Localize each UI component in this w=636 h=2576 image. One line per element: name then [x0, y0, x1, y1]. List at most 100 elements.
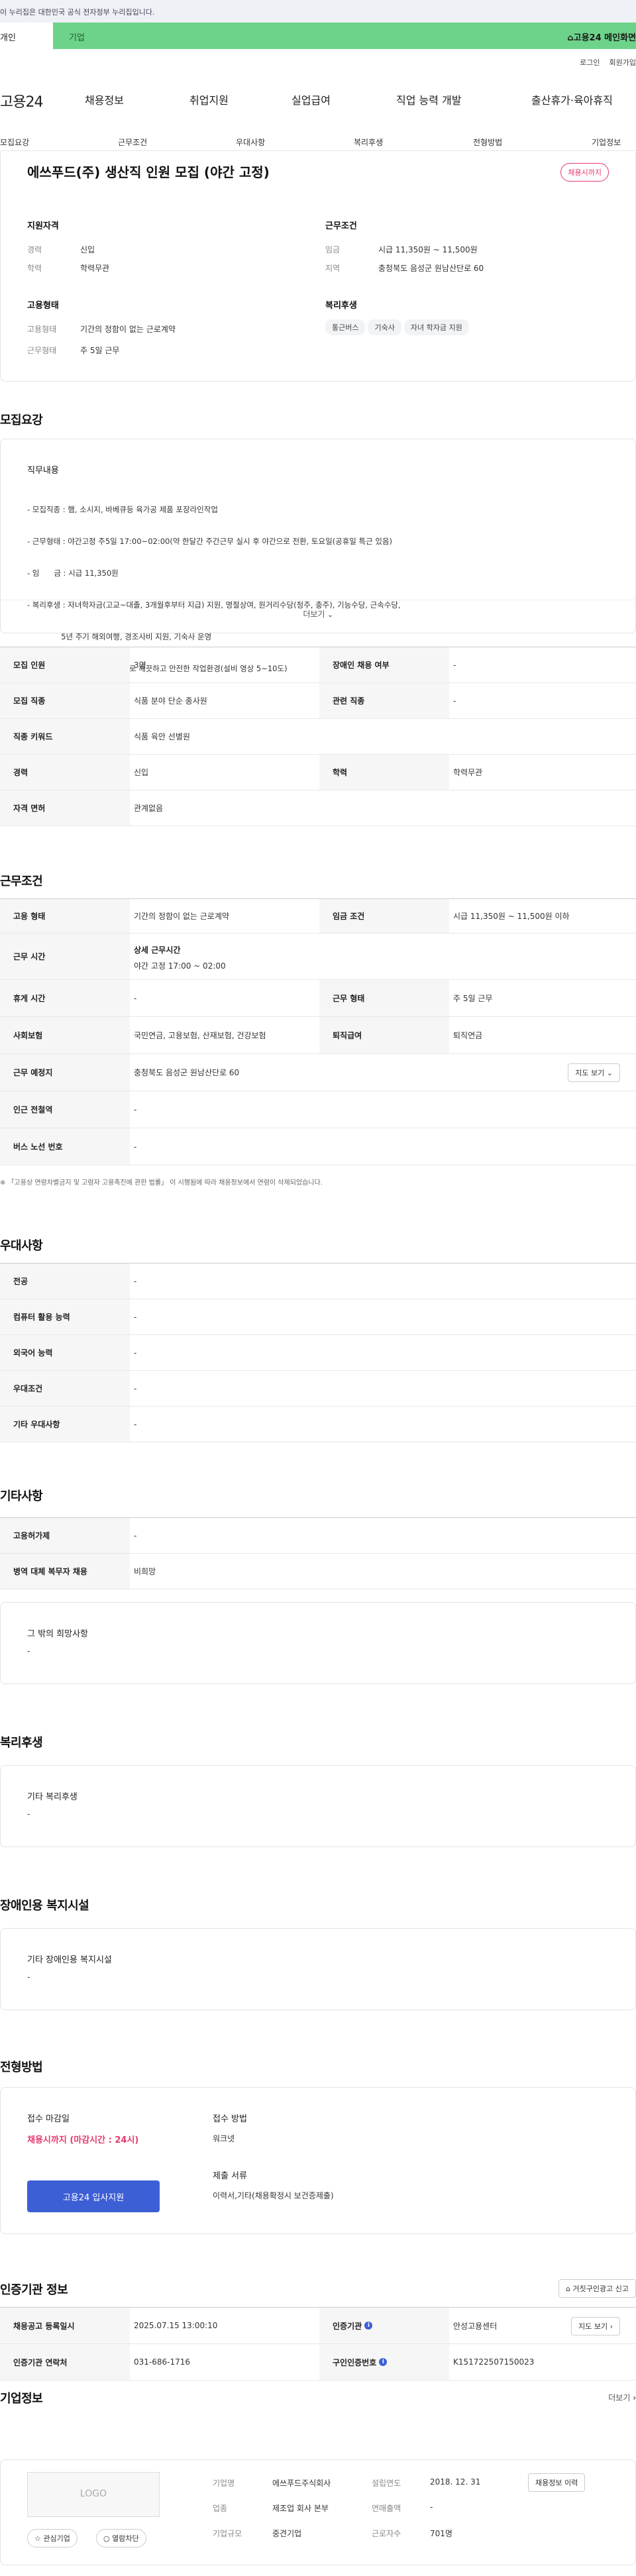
- alert-icon: ⌂: [566, 2284, 571, 2293]
- report-button[interactable]: ⌂ 거짓구인광고 신고: [558, 2279, 636, 2298]
- login-link[interactable]: 로그인: [580, 58, 600, 67]
- emptype-value: 기간의 정함이 없는 근로계약: [80, 325, 176, 334]
- welfare-other-heading: 기타 복리후생: [27, 1792, 78, 1802]
- table-cell: -: [134, 993, 137, 1003]
- process-title: 전형방법: [0, 2061, 43, 2074]
- tab-personal[interactable]: 개인: [0, 23, 53, 49]
- more-button[interactable]: 더보기 ⌄: [1, 600, 635, 633]
- table-header: 버스 노선 번호: [0, 1128, 130, 1165]
- table-header: 인근 전철역: [0, 1091, 130, 1128]
- conditions-title: 근무조건: [0, 875, 43, 888]
- agency-map-button[interactable]: 지도 보기 ›: [571, 2317, 620, 2335]
- hope-value: -: [27, 1646, 30, 1656]
- company-more-link[interactable]: 더보기 ›: [608, 2392, 636, 2403]
- subnav-process[interactable]: 전형방법: [473, 136, 502, 148]
- qualification-heading: 지원자격: [27, 221, 59, 231]
- education-label: 학력: [27, 264, 42, 273]
- table-row: 경력 신입 학력 학력무관: [0, 755, 636, 790]
- gov-banner-text: 이 누리집은 대한민국 공식 전자정부 누리집입니다.: [0, 8, 155, 17]
- gnb-training[interactable]: 직업 능력 개발: [396, 91, 462, 107]
- workform-label: 근무형태: [27, 346, 57, 355]
- table-row: 근무 시간 상세 근무시간야간 고정 17:00 ~ 02:00: [0, 934, 636, 980]
- table-cell: 3명: [134, 661, 146, 670]
- table-cell: -: [134, 1312, 137, 1322]
- tab-main-home[interactable]: ⌂고용24 메인화면: [567, 30, 636, 43]
- table-cell: 관계없음: [134, 804, 164, 813]
- gnb-jobs[interactable]: 채용정보: [85, 91, 124, 107]
- founded-value: 2018. 12. 31: [430, 2477, 481, 2487]
- map-button[interactable]: 지도 보기 ⌄: [568, 1063, 620, 1082]
- block-icon: ○: [103, 2534, 110, 2543]
- process-card: 접수 마감일 채용시까지 (마감시간 : 24시) 고용24 입사지원 접수 방…: [0, 2087, 636, 2234]
- section-nav: 모집요강 근무조건 우대사항 복리후생 전형방법 기업정보: [0, 130, 636, 151]
- duty-line: 5년 주기 해외여행, 경조사비 지원, 기숙사 운영: [27, 632, 212, 641]
- signup-link[interactable]: 회원가입: [610, 58, 636, 67]
- welfare-card: 기타 복리후생 -: [0, 1765, 636, 1847]
- subnav-preference[interactable]: 우대사항: [236, 136, 265, 148]
- subnav-conditions[interactable]: 근무조건: [118, 136, 147, 148]
- table-header: 인증기관 i: [319, 2308, 449, 2343]
- hope-card: 그 밖의 희망사항 -: [0, 1602, 636, 1684]
- job-title: 에쓰푸드(주) 생산직 인원 모집 (야간 고정): [27, 164, 270, 180]
- table-header: 근무 시간: [0, 934, 130, 979]
- gnb-unemployment[interactable]: 실업급여: [292, 91, 331, 107]
- table-cell: 충청북도 음성군 원남산단로 60: [134, 1068, 240, 1077]
- detail-time-value: 야간 고정 17:00 ~ 02:00: [134, 961, 226, 971]
- favorite-company-button[interactable]: ☆ 관심기업: [27, 2529, 78, 2548]
- report-label: 거짓구인광고 신고: [572, 2284, 629, 2293]
- table-row: 버스 노선 번호 -: [0, 1128, 636, 1165]
- table-row: 근무 예정지 충청북도 음성군 원남산단로 60 지도 보기 ⌄: [0, 1054, 636, 1091]
- preference-title: 우대사항: [0, 1239, 43, 1253]
- info-icon[interactable]: i: [364, 2322, 373, 2330]
- table-header: 모집 인원: [0, 647, 130, 682]
- table-header: 컴퓨터 활용 능력: [0, 1299, 130, 1334]
- gnb-leave[interactable]: 출산휴가·육아휴직: [531, 91, 613, 107]
- sales-label: 연매출액: [372, 2504, 401, 2513]
- map-button-label: 지도 보기: [578, 2322, 608, 2331]
- disability-title: 장애인용 복지시설: [0, 1899, 89, 1913]
- agency-title: 인증기관 정보: [0, 2283, 68, 2297]
- table-header: 전공: [0, 1263, 130, 1299]
- gnb-employment-support[interactable]: 취업지원: [189, 91, 229, 107]
- table-header: 병역 대체 복무자 채용: [0, 1554, 130, 1589]
- tab-company[interactable]: 기업: [69, 30, 85, 43]
- table-header: 인증기관 연락처: [0, 2344, 130, 2380]
- size-value: 중견기업: [272, 2529, 302, 2538]
- disability-heading: 기타 장애인용 복지시설: [27, 1955, 112, 1965]
- table-header: 장애인 채용 여부: [319, 647, 449, 682]
- company-card: LOGO ☆ 관심기업 ○ 열람차단 기업명 에쓰푸드주식회사 설립연도 201…: [0, 2459, 636, 2565]
- duty-card: 직무내용 - 모집직종 : 햄, 소시지, 바베큐등 육가공 제품 포장라인작업…: [0, 439, 636, 769]
- table-row: 고용허가제 -: [0, 1518, 636, 1554]
- table-header: 고용 형태: [0, 899, 130, 933]
- table-cell: 국민연금, 고용보험, 산재보험, 건강보험: [134, 1031, 266, 1040]
- agency-table: 채용공고 등록일시 2025.07.15 13:00:10 인증기관 i 안성고용센터…: [0, 2307, 636, 2381]
- area-value: 충청북도 음성군 원남산단로 60: [378, 264, 484, 273]
- table-row: 컴퓨터 활용 능력 -: [0, 1299, 636, 1335]
- table-cell: 퇴직연금: [453, 1031, 483, 1040]
- workform-value: 주 5일 근무: [80, 346, 120, 355]
- table-cell: 기간의 정함이 없는 근로계약: [134, 912, 229, 921]
- wage-value: 시급 11,350원 ~ 11,500원: [378, 245, 478, 254]
- table-header: 외국어 능력: [0, 1335, 130, 1370]
- chip-dorm: 기숙사: [368, 319, 401, 335]
- subnav-company[interactable]: 기업정보: [592, 136, 621, 148]
- table-row: 병역 대체 복무자 채용 비희망: [0, 1554, 636, 1589]
- utility-links: 로그인 회원가입: [570, 57, 636, 68]
- info-icon[interactable]: i: [379, 2358, 388, 2366]
- duty-line: - 근무형태 : 야간고정 주5일 17:00~02:00(약 한달간 주간근무…: [27, 537, 393, 546]
- industry-value: 제조업 회사 본부: [272, 2504, 329, 2513]
- block-company-button[interactable]: ○ 열람차단: [96, 2529, 146, 2548]
- history-button[interactable]: 채용정보 이력: [528, 2473, 586, 2492]
- recruit-title: 모집요강: [0, 413, 43, 427]
- subnav-welfare[interactable]: 복리후생: [354, 136, 383, 148]
- chip-tuition: 자녀 학자금 지원: [403, 319, 469, 335]
- apply-button[interactable]: 고용24 입사지원: [27, 2180, 160, 2212]
- subnav-recruit[interactable]: 모집요강: [0, 136, 29, 148]
- age-note: ※ 「고용상 연령차별금지 및 고령자 고용촉진에 관한 법률」 이 시행됨에 …: [0, 1179, 323, 1187]
- career-value: 신입: [80, 245, 95, 254]
- docs-value: 이력서,기타(채용확정시 보건증제출): [213, 2191, 334, 2200]
- disability-card: 기타 장애인용 복지시설 -: [0, 1928, 636, 2010]
- table-header: 직종 키워드: [0, 719, 130, 754]
- welfare-other-value: -: [27, 1809, 30, 1819]
- detail-time-heading: 상세 근무시간: [134, 945, 181, 955]
